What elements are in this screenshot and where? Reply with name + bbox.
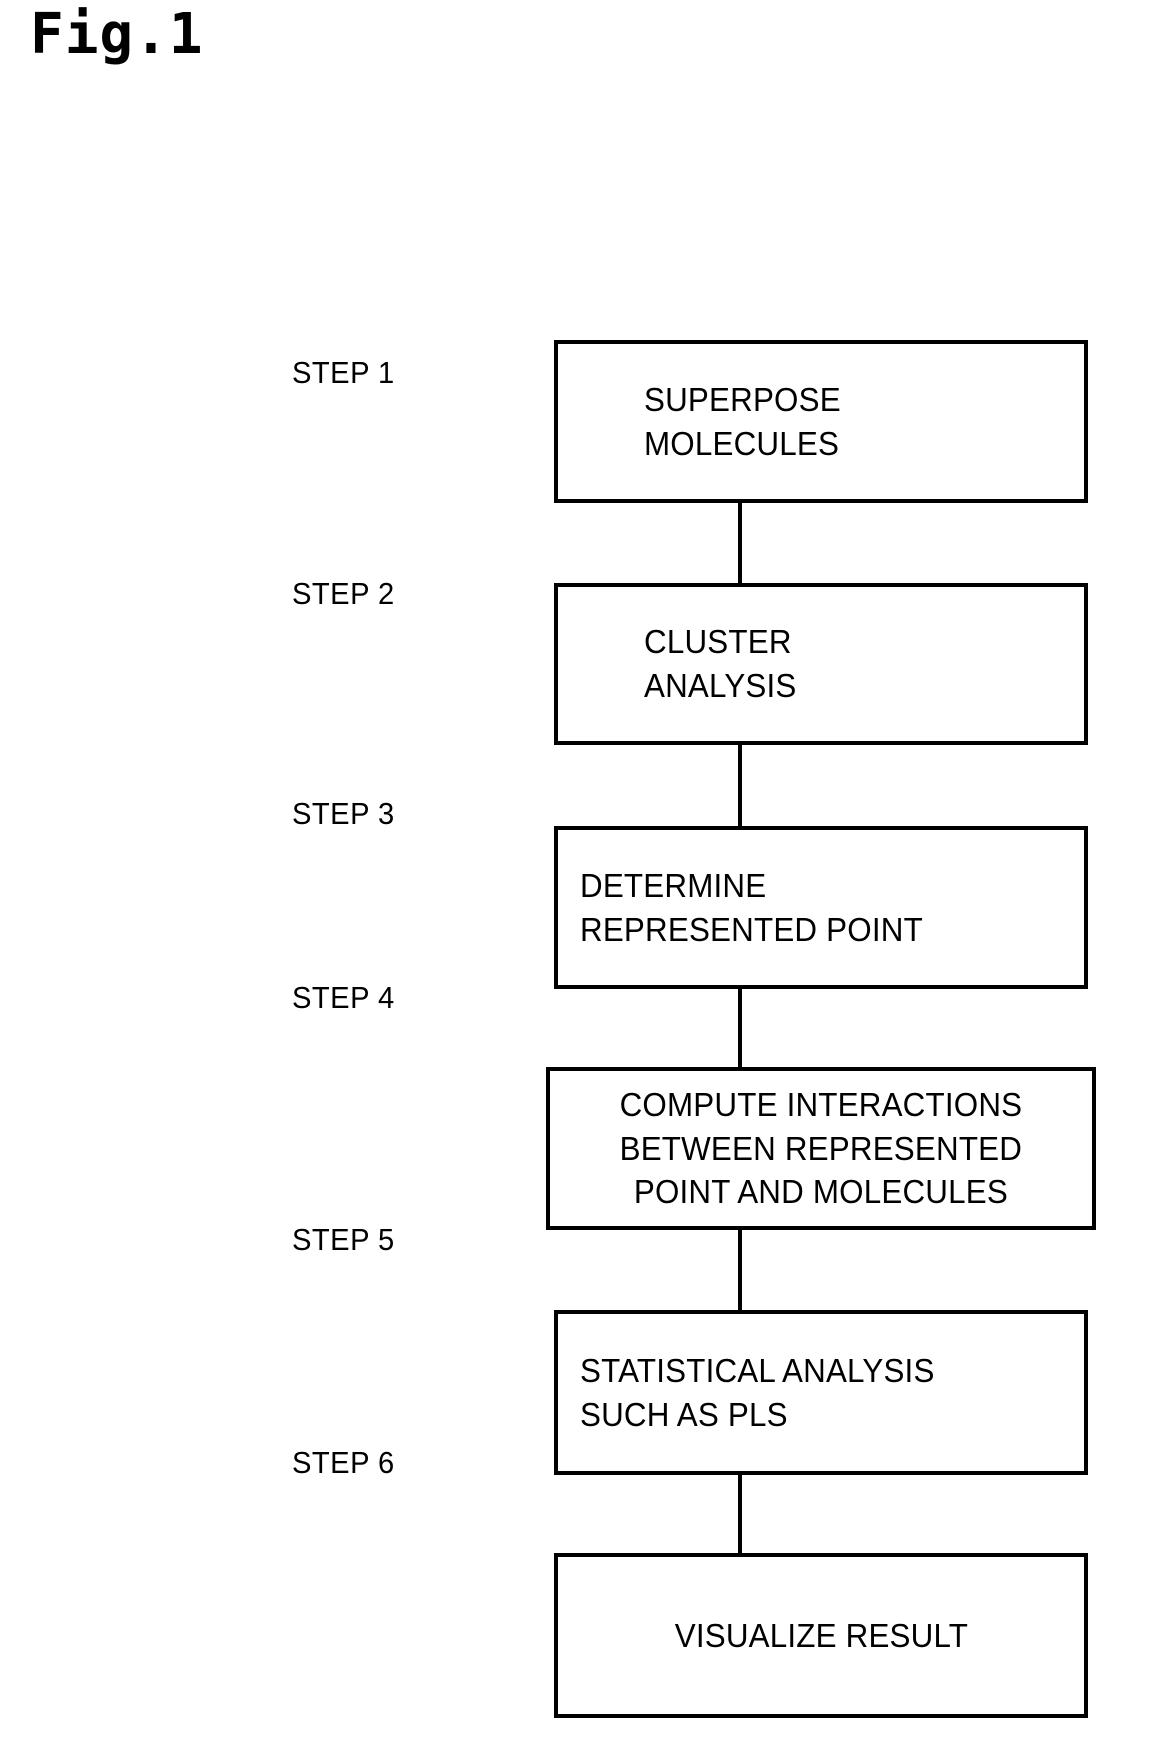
step-box-text-6: VISUALIZE RESULT — [558, 1557, 1084, 1714]
step-box-line: SUPERPOSE — [644, 380, 841, 418]
step-box-line: ANALYSIS — [644, 667, 797, 704]
step-label-6: STEP 6 — [292, 1445, 395, 1480]
step-box-text-2: CLUSTER ANALYSIS — [558, 587, 1084, 741]
step-box-text-1: SUPERPOSE MOLECULES — [558, 344, 1084, 499]
step-box-line: CLUSTER — [644, 623, 792, 661]
step-label-2: STEP 2 — [292, 576, 395, 611]
step-label-5: STEP 5 — [292, 1222, 395, 1257]
step-box-line: BETWEEN REPRESENTED — [619, 1129, 1023, 1167]
step-box-4: COMPUTE INTERACTIONS BETWEEN REPRESENTED P… — [546, 1067, 1096, 1230]
flowchart-diagram: STEP 1 SUPERPOSE MOLECULES STEP 2 CLUSTER ANA… — [0, 0, 1162, 1750]
step-box-text-4: COMPUTE INTERACTIONS BETWEEN REPRESENTED P… — [550, 1071, 1092, 1226]
step-box-line: SUCH AS PLS — [580, 1395, 788, 1433]
step-box-2: CLUSTER ANALYSIS — [554, 583, 1088, 745]
step-label-1: STEP 1 — [292, 355, 395, 390]
step-box-1: SUPERPOSE MOLECULES — [554, 340, 1088, 503]
step-box-line: DETERMINE — [580, 866, 767, 904]
step-box-text-5: STATISTICAL ANALYSIS SUCH AS PLS — [558, 1314, 1084, 1471]
step-box-line: POINT AND MOLECULES — [633, 1173, 1009, 1211]
step-box-line: VISUALIZE RESULT — [674, 1616, 968, 1654]
step-box-6: VISUALIZE RESULT — [554, 1553, 1088, 1718]
step-box-text-3: DETERMINE REPRESENTED POINT — [558, 830, 1084, 985]
step-box-line: COMPUTE INTERACTIONS — [619, 1086, 1023, 1124]
connector-line-3 — [738, 989, 742, 1067]
step-box-5: STATISTICAL ANALYSIS SUCH AS PLS — [554, 1310, 1088, 1475]
step-box-line: MOLECULES — [644, 424, 840, 462]
connector-line-1 — [738, 503, 742, 583]
step-box-line: REPRESENTED POINT — [580, 910, 923, 948]
step-box-3: DETERMINE REPRESENTED POINT — [554, 826, 1088, 989]
connector-line-2 — [738, 745, 742, 826]
step-box-line: STATISTICAL ANALYSIS — [580, 1351, 935, 1389]
connector-line-4 — [738, 1230, 742, 1310]
step-label-3: STEP 3 — [292, 796, 395, 831]
figure-page: Fig.1 STEP 1 SUPERPOSE MOLECULES STEP 2 CLUS… — [0, 0, 1162, 1750]
connector-line-5 — [738, 1475, 742, 1553]
step-label-4: STEP 4 — [292, 980, 395, 1015]
